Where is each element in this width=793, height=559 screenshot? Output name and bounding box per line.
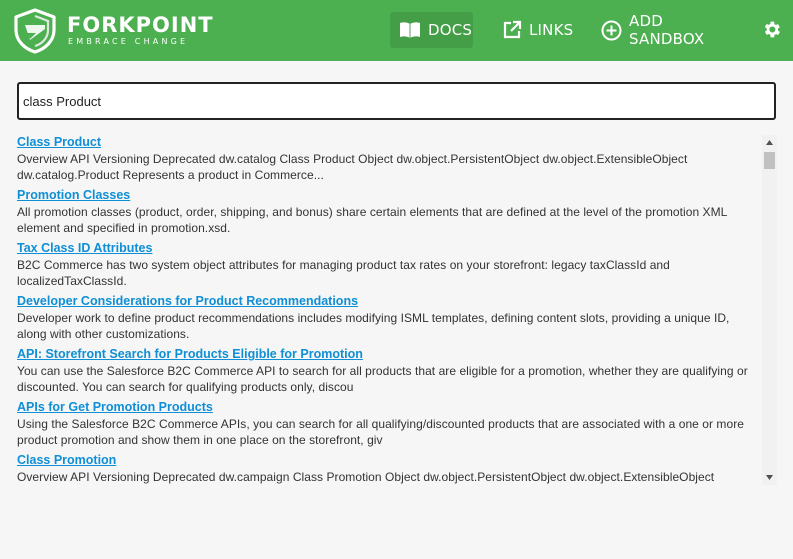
plus-circle-icon bbox=[601, 20, 622, 40]
result-title-link[interactable]: Developer Considerations for Product Rec… bbox=[17, 294, 758, 309]
brand-tagline: EMBRACE CHANGE bbox=[68, 37, 189, 46]
nav-docs-button[interactable]: DOCS bbox=[390, 12, 473, 48]
top-navigation-bar: FORKPOINT EMBRACE CHANGE DOCS LINKS ADD … bbox=[0, 0, 793, 61]
nav-links-button[interactable]: LINKS bbox=[502, 12, 577, 48]
result-snippet: Overview API Versioning Deprecated dw.ca… bbox=[17, 152, 688, 182]
result-title-link[interactable]: API: Storefront Search for Products Elig… bbox=[17, 347, 758, 362]
result-snippet: Using the Salesforce B2C Commerce APIs, … bbox=[17, 417, 744, 447]
nav-add-sandbox-button[interactable]: ADD SANDBOX bbox=[601, 12, 741, 48]
external-link-icon bbox=[503, 20, 522, 39]
result-title-link[interactable]: Class Promotion bbox=[17, 453, 758, 468]
result-title-link[interactable]: Promotion Classes bbox=[17, 188, 758, 203]
result-title-link[interactable]: Tax Class ID Attributes bbox=[17, 241, 758, 256]
results-scrollbar[interactable] bbox=[762, 135, 777, 485]
result-item: APIs for Get Promotion Products Using the… bbox=[17, 400, 758, 453]
gear-icon[interactable] bbox=[761, 19, 782, 40]
result-item: Promotion Classes All promotion classes (… bbox=[17, 188, 758, 241]
result-snippet: Overview API Versioning Deprecated dw.ca… bbox=[17, 470, 715, 484]
search-results-list: Class Product Overview API Versioning Dep… bbox=[17, 135, 758, 486]
brand: FORKPOINT EMBRACE CHANGE bbox=[67, 14, 214, 47]
result-item: API: Storefront Search for Products Elig… bbox=[17, 347, 758, 400]
result-item: Tax Class ID Attributes B2C Commerce has … bbox=[17, 241, 758, 294]
search-box[interactable] bbox=[17, 82, 776, 120]
search-input[interactable] bbox=[23, 93, 770, 109]
result-title-link[interactable]: APIs for Get Promotion Products bbox=[17, 400, 758, 415]
scroll-down-arrow-icon[interactable] bbox=[762, 470, 777, 485]
result-item: Class Product Overview API Versioning Dep… bbox=[17, 135, 758, 188]
result-item: Developer Considerations for Product Rec… bbox=[17, 294, 758, 347]
scroll-up-arrow-icon[interactable] bbox=[762, 135, 777, 150]
result-title-link[interactable]: Class Product bbox=[17, 135, 758, 150]
nav-add-sandbox-label: ADD SANDBOX bbox=[629, 12, 705, 48]
result-snippet: B2C Commerce has two system object attri… bbox=[17, 258, 670, 288]
result-snippet: You can use the Salesforce B2C Commerce … bbox=[17, 364, 748, 394]
brand-name: FORKPOINT bbox=[67, 13, 214, 37]
nav-links-label: LINKS bbox=[529, 21, 574, 39]
nav-docs-label: DOCS bbox=[428, 21, 473, 39]
forkpoint-shield-logo-icon bbox=[14, 8, 56, 54]
scrollbar-thumb[interactable] bbox=[764, 152, 775, 169]
book-open-icon bbox=[400, 22, 420, 38]
result-snippet: All promotion classes (product, order, s… bbox=[17, 205, 727, 235]
result-snippet: Developer work to define product recomme… bbox=[17, 311, 730, 341]
result-item: Class Promotion Overview API Versioning D… bbox=[17, 453, 758, 486]
